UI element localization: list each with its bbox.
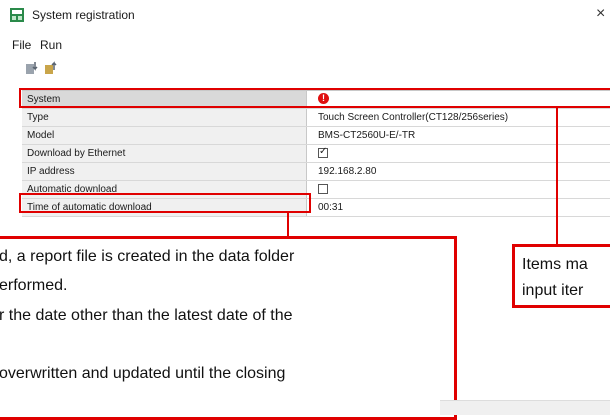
row-system[interactable]: System ! — [22, 91, 610, 109]
row-label: Time of automatic download — [22, 199, 307, 216]
row-time-of-automatic-download[interactable]: Time of automatic download 00:31 — [22, 199, 610, 217]
menu-run[interactable]: Run — [40, 38, 62, 52]
background-window-edge — [440, 400, 610, 415]
row-label: Type — [22, 109, 307, 126]
callout-line: overwritten and updated until the closin… — [0, 365, 286, 382]
callout-line: Items ma — [522, 256, 588, 273]
callout-line: r the date other than the latest date of… — [0, 307, 293, 324]
row-value[interactable]: 00:31 — [318, 199, 343, 216]
row-download-by-ethernet[interactable]: Download by Ethernet ✓ — [22, 145, 610, 163]
property-grid: System ! Type Touch Screen Controller(CT… — [22, 90, 610, 217]
callout-line: erformed. — [0, 277, 68, 294]
check-icon: ✓ — [319, 146, 328, 157]
row-label: Download by Ethernet — [22, 145, 307, 162]
row-value[interactable]: Touch Screen Controller(CT128/256series) — [318, 109, 508, 126]
row-label: System — [22, 91, 307, 108]
ethernet-checkbox[interactable]: ✓ — [318, 146, 328, 158]
right-connector-line — [556, 108, 558, 250]
system-registration-window: System registration × File Run System ! … — [0, 0, 610, 240]
row-label: Automatic download — [22, 181, 307, 198]
right-callout: Items ma input iter — [512, 244, 610, 308]
window-title: System registration — [32, 8, 135, 22]
app-icon — [10, 8, 24, 22]
row-ip-address[interactable]: IP address 192.168.2.80 — [22, 163, 610, 181]
menu-file[interactable]: File — [12, 38, 31, 52]
row-automatic-download[interactable]: Automatic download — [22, 181, 610, 199]
left-callout: d, a report file is created in the data … — [0, 236, 457, 420]
row-value[interactable]: BMS-CT2560U-E/-TR — [318, 127, 415, 144]
row-value[interactable]: 192.168.2.80 — [318, 163, 376, 180]
error-icon: ! — [318, 93, 329, 104]
left-connector-line — [287, 213, 289, 237]
row-label: IP address — [22, 163, 307, 180]
callout-line: d, a report file is created in the data … — [0, 248, 295, 265]
download-icon[interactable] — [24, 60, 40, 76]
close-icon[interactable]: × — [596, 5, 605, 23]
automatic-download-checkbox[interactable] — [318, 184, 328, 194]
row-model[interactable]: Model BMS-CT2560U-E/-TR — [22, 127, 610, 145]
row-label: Model — [22, 127, 307, 144]
title-bar: System registration × — [0, 0, 610, 30]
upload-icon[interactable] — [42, 60, 58, 76]
row-type[interactable]: Type Touch Screen Controller(CT128/256se… — [22, 109, 610, 127]
callout-line: input iter — [522, 282, 584, 299]
